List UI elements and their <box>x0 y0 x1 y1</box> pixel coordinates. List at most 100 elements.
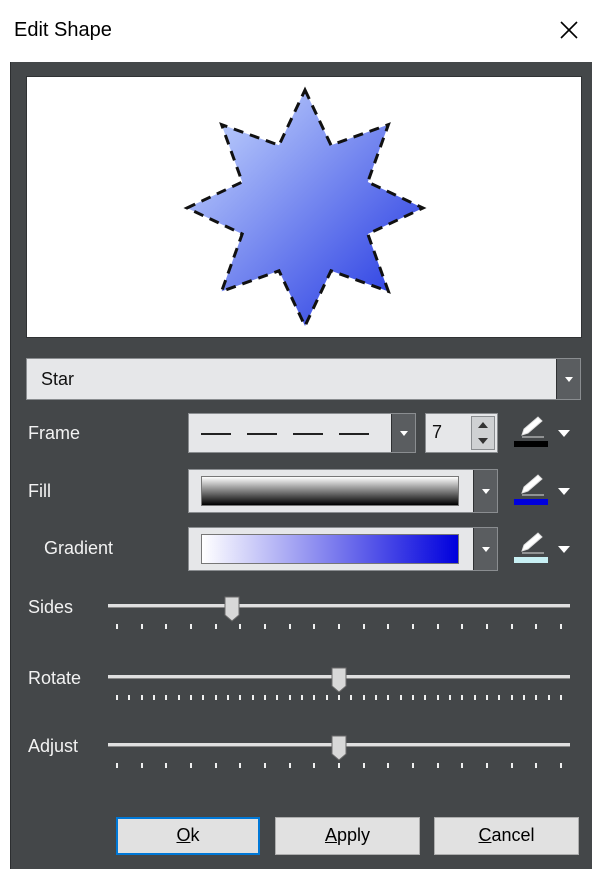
ok-mnemonic: O <box>176 825 191 845</box>
cancel-button[interactable]: Cancel <box>434 817 579 855</box>
slider-track[interactable] <box>108 604 570 608</box>
slider-tick <box>338 695 340 700</box>
slider-tick <box>412 624 414 629</box>
frame-width-value[interactable]: 7 <box>432 422 442 443</box>
fill-gradient-preview <box>201 476 459 506</box>
frame-color-picker[interactable] <box>512 413 574 453</box>
slider-tick <box>461 763 464 768</box>
adjust-slider[interactable] <box>108 735 570 775</box>
sides-slider[interactable] <box>108 596 570 636</box>
star-shape <box>183 86 427 330</box>
slider-tick <box>486 695 488 700</box>
slider-tick <box>362 695 365 700</box>
slider-tick <box>140 624 143 629</box>
slider-tick <box>313 624 316 629</box>
chevron-down-icon[interactable] <box>473 528 497 570</box>
ok-label: k <box>190 825 200 845</box>
slider-tick <box>375 695 377 700</box>
slider-tick <box>251 695 254 700</box>
slider-tick <box>239 624 242 629</box>
shape-type-select[interactable]: Star <box>26 358 581 400</box>
gradient-label: Gradient <box>44 538 114 558</box>
slider-tick <box>461 624 464 629</box>
slider-tick <box>436 624 439 629</box>
chevron-down-icon[interactable] <box>558 546 570 553</box>
slider-thumb[interactable] <box>331 667 347 693</box>
slider-tick <box>313 763 316 768</box>
stepper-down-icon[interactable] <box>478 438 488 444</box>
slider-tick <box>276 695 279 700</box>
chevron-down-icon[interactable] <box>556 359 580 399</box>
slider-ticks <box>116 763 562 769</box>
apply-button[interactable]: Apply <box>275 817 420 855</box>
slider-ticks <box>116 695 562 701</box>
slider-tick <box>239 763 242 768</box>
slider-tick <box>264 763 266 768</box>
slider-tick <box>362 624 365 629</box>
chevron-down-icon[interactable] <box>473 470 497 512</box>
slider-tick <box>190 763 192 768</box>
slider-tick <box>264 624 266 629</box>
cancel-mnemonic: C <box>478 825 492 845</box>
slider-tick <box>523 695 525 700</box>
fill-gradient-select[interactable] <box>188 469 498 513</box>
slider-tick <box>436 763 439 768</box>
slider-tick <box>510 695 513 700</box>
slider-tick <box>165 624 168 629</box>
gradient-select[interactable] <box>188 527 498 571</box>
ok-button[interactable]: Ok <box>116 817 260 855</box>
chevron-down-icon[interactable] <box>558 488 570 495</box>
slider-tick <box>535 624 538 629</box>
frame-style-select[interactable] <box>188 413 416 453</box>
slider-tick <box>547 695 550 700</box>
slider-tick <box>165 763 168 768</box>
pen-icon <box>521 416 544 438</box>
slider-tick <box>116 624 118 629</box>
slider-tick <box>202 695 205 700</box>
close-icon[interactable] <box>553 14 585 46</box>
fill-color-picker[interactable] <box>512 471 574 511</box>
slider-thumb[interactable] <box>224 596 240 622</box>
slider-thumb[interactable] <box>331 735 347 761</box>
slider-tick <box>486 624 488 629</box>
slider-tick <box>387 763 390 768</box>
stepper-up-icon[interactable] <box>478 422 488 428</box>
chevron-down-icon[interactable] <box>391 414 415 452</box>
stepper-buttons[interactable] <box>471 416 495 450</box>
slider-tick <box>288 695 291 700</box>
slider-tick <box>387 624 390 629</box>
slider-tick <box>449 695 451 700</box>
window-title: Edit Shape <box>14 19 112 41</box>
pen-icon <box>521 532 544 554</box>
slider-tick <box>190 624 192 629</box>
apply-mnemonic: A <box>324 825 337 845</box>
gradient-color-picker[interactable] <box>512 529 574 569</box>
slider-tick <box>116 695 118 700</box>
slider-tick <box>190 695 192 700</box>
slider-tick <box>473 695 476 700</box>
shape-type-value: Star <box>41 369 75 389</box>
apply-label: pply <box>336 825 371 845</box>
rotate-slider[interactable] <box>108 667 570 707</box>
slider-tick <box>301 695 303 700</box>
slider-tick <box>560 763 562 768</box>
slider-tick <box>436 695 439 700</box>
slider-tick <box>510 624 513 629</box>
slider-tick <box>560 624 562 629</box>
slider-tick <box>313 695 316 700</box>
gradient-color-swatch <box>514 557 548 563</box>
adjust-label: Adjust <box>28 736 79 756</box>
sides-label: Sides <box>28 597 74 617</box>
dashed-line-preview <box>201 433 378 435</box>
slider-tick <box>387 695 390 700</box>
cancel-label: ancel <box>491 825 535 845</box>
shape-preview <box>26 76 582 338</box>
pen-icon <box>521 474 544 496</box>
chevron-down-icon[interactable] <box>558 430 570 437</box>
slider-tick <box>128 695 131 700</box>
slider-tick <box>288 763 291 768</box>
slider-tick <box>165 695 168 700</box>
frame-color-swatch <box>514 441 548 447</box>
slider-tick <box>214 763 217 768</box>
frame-width-stepper[interactable]: 7 <box>425 413 498 453</box>
